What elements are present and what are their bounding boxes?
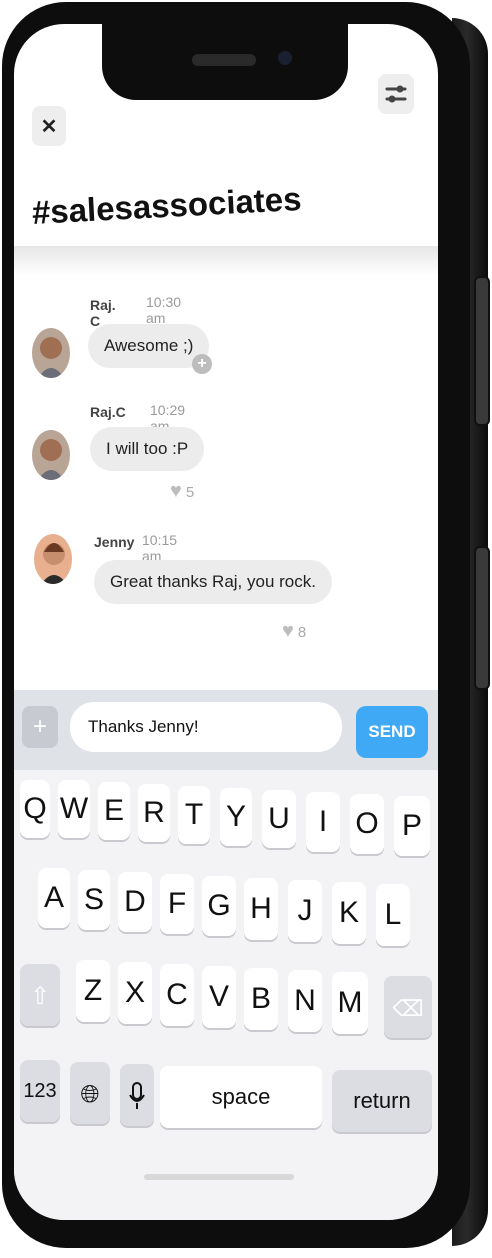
close-button[interactable]: ✕ — [32, 106, 66, 146]
key-c[interactable]: C — [160, 964, 194, 1026]
key-m[interactable]: M — [332, 972, 368, 1034]
like-count-value: 5 — [185, 484, 195, 501]
key-o[interactable]: O — [350, 794, 384, 854]
like-count[interactable]: ♥ 5 — [170, 480, 194, 503]
add-reaction-icon[interactable]: + — [192, 354, 212, 374]
key-n[interactable]: N — [288, 970, 322, 1032]
key-v[interactable]: V — [202, 966, 236, 1028]
key-u[interactable]: U — [262, 790, 296, 848]
key-r[interactable]: R — [138, 784, 170, 842]
backspace-icon: ⌫ — [392, 996, 424, 1021]
key-b[interactable]: B — [244, 968, 278, 1030]
key-d[interactable]: D — [118, 872, 152, 932]
return-key[interactable]: return — [332, 1070, 432, 1132]
key-z[interactable]: Z — [76, 960, 110, 1022]
page-title: #salesassociates — [31, 179, 303, 231]
key-j[interactable]: J — [288, 880, 322, 942]
key-g[interactable]: G — [202, 876, 236, 936]
header-divider — [14, 246, 438, 276]
key-y[interactable]: Y — [220, 788, 252, 846]
message-composer: + Thanks Jenny! SEND — [14, 690, 438, 770]
message-author: Raj.C — [90, 404, 126, 420]
globe-key[interactable]: 🌐︎ — [70, 1062, 110, 1124]
notch — [102, 24, 348, 100]
filter-sliders-icon — [385, 85, 407, 103]
message-bubble[interactable]: Great thanks Raj, you rock. — [94, 560, 332, 604]
attach-button[interactable]: + — [22, 706, 58, 748]
key-w[interactable]: W — [58, 780, 90, 838]
key-t[interactable]: T — [178, 786, 210, 844]
message-time: 10:30 am — [146, 294, 182, 326]
send-button[interactable]: SEND — [356, 706, 428, 758]
camera — [278, 51, 292, 65]
globe-icon: 🌐︎ — [80, 1081, 100, 1108]
key-a[interactable]: A — [38, 868, 70, 928]
key-f[interactable]: F — [160, 874, 194, 934]
key-p[interactable]: P — [394, 796, 430, 856]
heart-icon: ♥ — [170, 480, 182, 502]
avatar[interactable] — [34, 534, 72, 584]
filter-button[interactable] — [378, 74, 414, 114]
keyboard: Q W E R T Y U I O P A S D F G H J K L ⇧ … — [14, 770, 438, 1220]
backspace-key[interactable]: ⌫ — [384, 976, 432, 1038]
speaker — [192, 54, 256, 66]
like-count[interactable]: ♥ 8 — [282, 620, 306, 643]
app-screen: ✕ #salesassociates Raj. C 10:30 am Aweso… — [14, 24, 438, 1220]
home-indicator[interactable] — [144, 1174, 294, 1180]
space-key[interactable]: space — [160, 1066, 322, 1128]
shift-icon: ⇧ — [29, 983, 51, 1010]
key-x[interactable]: X — [118, 962, 152, 1024]
key-i[interactable]: I — [306, 792, 340, 852]
numbers-key[interactable]: 123 — [20, 1060, 60, 1122]
phone-volume-button — [474, 276, 490, 426]
key-k[interactable]: K — [332, 882, 366, 944]
close-icon: ✕ — [40, 115, 58, 138]
key-l[interactable]: L — [376, 884, 410, 946]
shift-key[interactable]: ⇧ — [20, 964, 60, 1026]
avatar[interactable] — [32, 430, 70, 480]
heart-icon: ♥ — [282, 620, 294, 642]
avatar[interactable] — [32, 328, 70, 378]
message-input[interactable]: Thanks Jenny! — [70, 702, 342, 752]
message-bubble[interactable]: I will too :P — [90, 427, 205, 471]
phone-frame: ✕ #salesassociates Raj. C 10:30 am Aweso… — [2, 2, 470, 1248]
key-h[interactable]: H — [244, 878, 278, 940]
plus-icon: + — [32, 713, 47, 740]
phone-power-button — [474, 546, 490, 690]
key-s[interactable]: S — [78, 870, 110, 930]
microphone-icon — [129, 1082, 145, 1110]
key-q[interactable]: Q — [20, 780, 50, 838]
like-count-value: 8 — [297, 624, 307, 641]
key-e[interactable]: E — [98, 782, 130, 840]
dictation-key[interactable] — [120, 1064, 154, 1126]
message-author: Jenny — [94, 534, 135, 550]
